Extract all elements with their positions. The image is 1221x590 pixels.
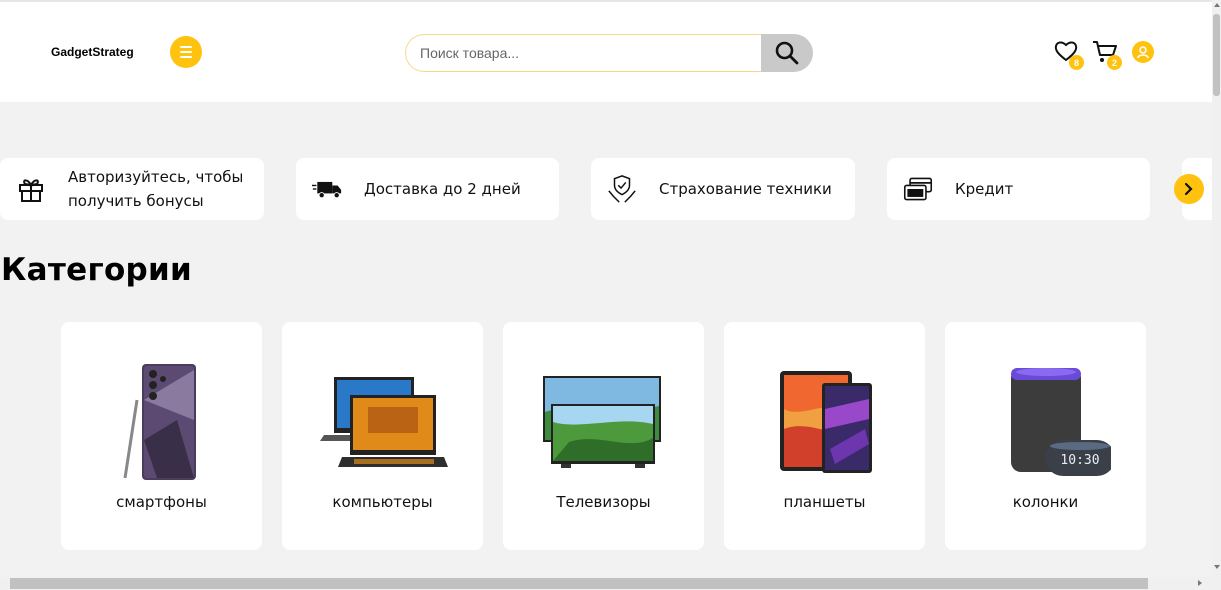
- favorites-count-badge: 8: [1069, 55, 1084, 70]
- scroll-up-icon[interactable]: [1214, 3, 1220, 7]
- user-icon: [1137, 46, 1149, 59]
- tablet-image: [779, 371, 872, 473]
- favorites-button[interactable]: 8: [1054, 40, 1084, 70]
- insurance-shield-icon: [608, 175, 636, 203]
- categories-title: Категории: [1, 252, 193, 288]
- scroll-right-icon[interactable]: [1198, 580, 1202, 586]
- search-bar: [405, 34, 813, 72]
- category-label: Телевизоры: [556, 493, 651, 511]
- vertical-scroll-thumb[interactable]: [1213, 14, 1220, 96]
- promo-label: Страхование техники: [659, 180, 832, 198]
- promo-label: Авторизуйтесь, чтобы получить бонусы: [68, 168, 244, 210]
- delivery-truck-icon: [312, 181, 342, 199]
- cart-button[interactable]: 2: [1092, 40, 1122, 70]
- category-tablets[interactable]: планшеты: [724, 322, 925, 550]
- cart-count-badge: 2: [1107, 55, 1122, 70]
- credit-cards-icon: [903, 177, 933, 201]
- search-icon: [775, 41, 799, 65]
- laptop-image: [319, 377, 448, 467]
- promo-delivery[interactable]: Доставка до 2 дней: [296, 158, 559, 220]
- speaker-clock-text: 10:30: [1060, 453, 1099, 468]
- category-smartphones[interactable]: смартфоны: [61, 322, 262, 550]
- promo-label: Доставка до 2 дней: [364, 180, 521, 198]
- smartphone-image: [123, 364, 196, 480]
- search-input[interactable]: [405, 34, 765, 72]
- carousel-next-button[interactable]: [1174, 174, 1204, 204]
- promo-bonuses[interactable]: Авторизуйтесь, чтобы получить бонусы: [0, 158, 264, 220]
- horizontal-scrollbar[interactable]: [0, 577, 1212, 590]
- gift-icon: [19, 179, 43, 202]
- vertical-scrollbar[interactable]: [1212, 0, 1221, 590]
- chevron-right-icon: [1184, 182, 1193, 196]
- category-speakers[interactable]: 10:30 колонки: [945, 322, 1146, 550]
- scroll-down-icon[interactable]: [1214, 565, 1220, 569]
- site-header: GadgetStrateg 8 2: [0, 0, 1212, 102]
- promo-insurance[interactable]: Страхование техники: [591, 158, 855, 220]
- promo-label: Кредит: [955, 180, 1014, 198]
- menu-button[interactable]: [170, 36, 202, 68]
- category-tvs[interactable]: Телевизоры: [503, 322, 704, 550]
- account-button[interactable]: [1132, 41, 1154, 63]
- horizontal-scroll-thumb[interactable]: [10, 578, 1148, 589]
- smart-speaker-image: 10:30: [1010, 368, 1111, 476]
- category-computers[interactable]: компьютеры: [282, 322, 483, 550]
- promo-credit[interactable]: Кредит: [887, 158, 1150, 220]
- category-label: колонки: [1012, 493, 1079, 511]
- search-button[interactable]: [761, 34, 813, 72]
- menu-icon: [180, 46, 192, 48]
- tv-image: [542, 376, 661, 468]
- category-label: смартфоны: [116, 493, 207, 511]
- site-logo[interactable]: GadgetStrateg: [51, 45, 134, 59]
- category-label: компьютеры: [332, 493, 433, 511]
- category-label: планшеты: [783, 493, 866, 511]
